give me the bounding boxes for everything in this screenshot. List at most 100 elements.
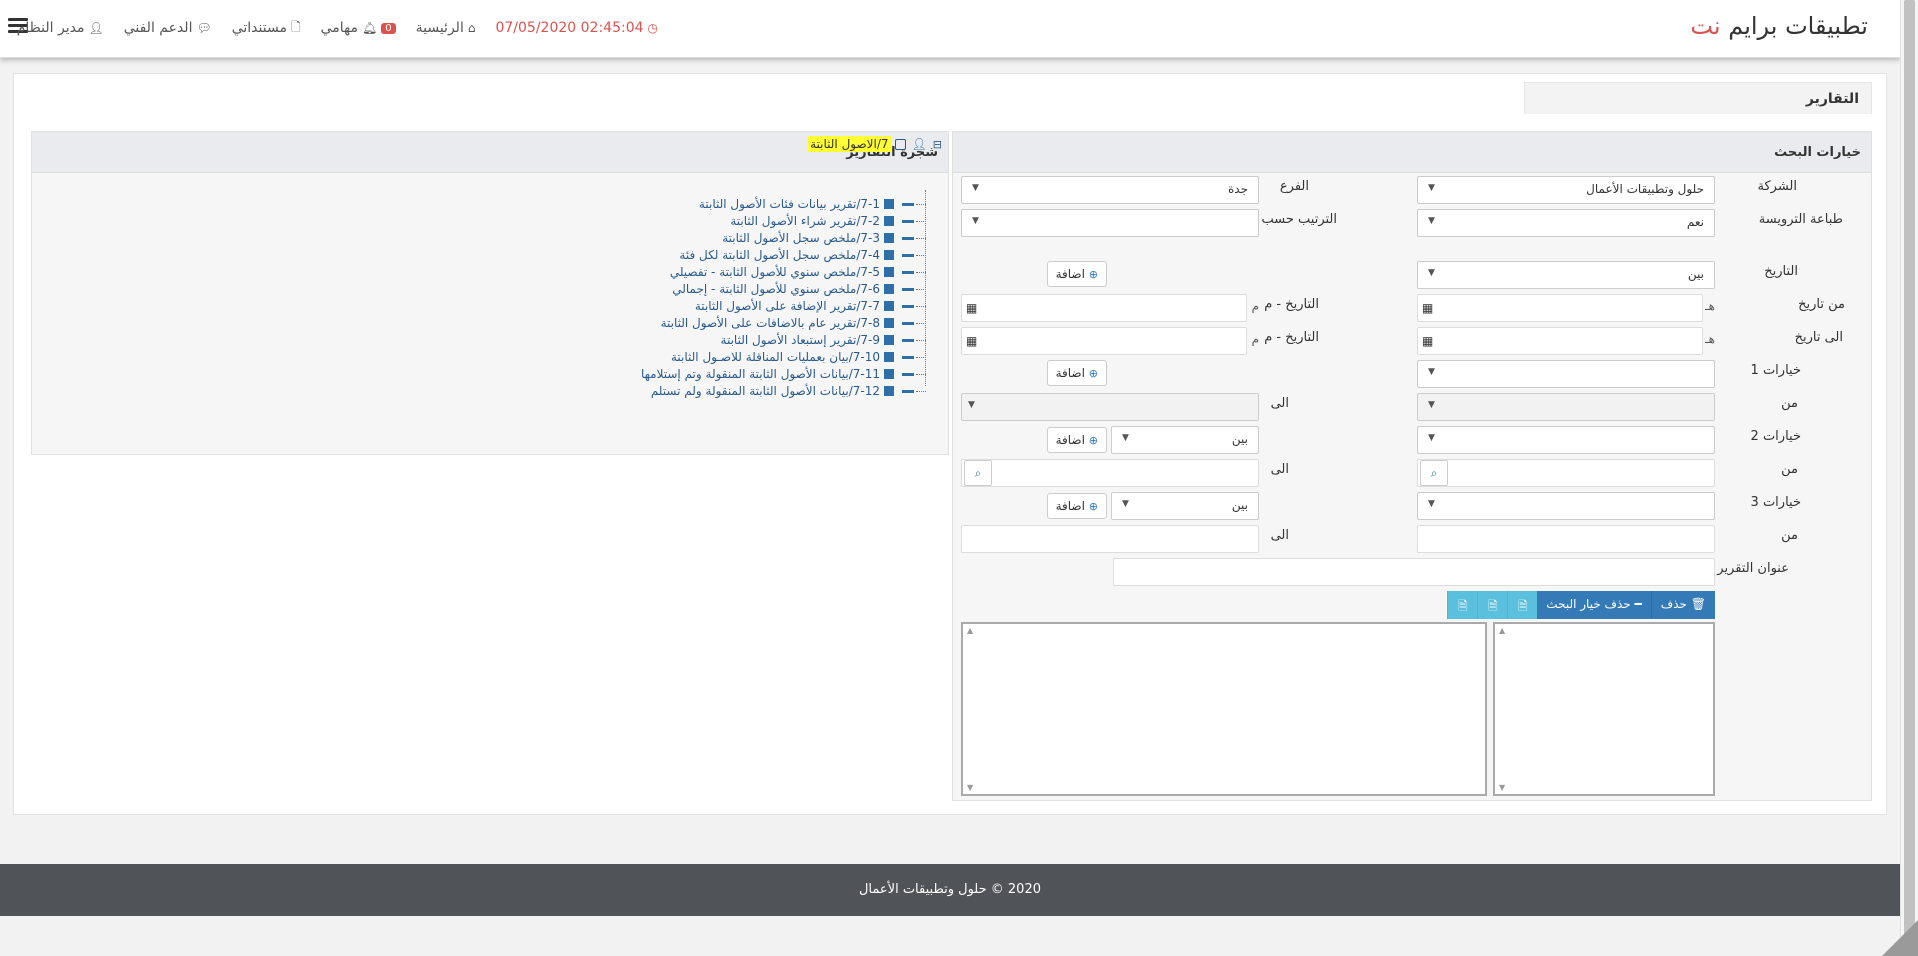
from-date-hijri-input[interactable]: ▦ bbox=[1417, 294, 1703, 322]
tree-branch-line bbox=[916, 271, 926, 273]
report-title-label: عنوان التقرير bbox=[1717, 561, 1789, 576]
tree-root-node[interactable]: ⊟ 👤︎ 7/الاصول الثابتة bbox=[808, 134, 942, 154]
date-label: التاريخ bbox=[1764, 264, 1798, 279]
options-2-operator-select[interactable]: بين ▼ bbox=[1111, 426, 1259, 454]
tree-branch-line bbox=[916, 203, 926, 205]
scrollbar-thumb[interactable] bbox=[1904, 0, 1915, 938]
home-icon: ⌂ bbox=[467, 21, 476, 35]
trash-icon: 🗑︎ bbox=[1690, 597, 1706, 611]
tree-branch-line bbox=[916, 373, 926, 375]
reports-tree-panel: شجرة التقارير ⊟ 👤︎ 7/الاصول الثابتة 7-1/… bbox=[31, 131, 949, 455]
tasks-badge: 0 bbox=[381, 22, 396, 34]
date-range-select[interactable]: بين ▼ bbox=[1417, 261, 1715, 289]
add-options-2-button[interactable]: ⊕ اضافة bbox=[1046, 427, 1107, 453]
add-options-3-button[interactable]: ⊕ اضافة bbox=[1046, 493, 1107, 519]
hijri-addon: هـ bbox=[1705, 299, 1715, 313]
add-date-button[interactable]: ⊕ اضافة bbox=[1046, 261, 1107, 287]
branch-select[interactable]: جدة ▼ bbox=[961, 176, 1259, 204]
nav-support-link[interactable]: 💬︎ الدعم الفني bbox=[124, 20, 212, 36]
report-icon bbox=[884, 267, 894, 277]
search-icon[interactable]: ⌕ bbox=[964, 460, 992, 486]
collapse-icon[interactable]: ⊟ bbox=[933, 138, 942, 151]
comments-icon: 💬︎ bbox=[196, 21, 212, 35]
plus-circle-icon: ⊕ bbox=[1088, 268, 1098, 281]
to-date-gregorian-input[interactable]: ▦ bbox=[961, 327, 1247, 355]
to-date-label: الى تاريخ bbox=[1794, 330, 1843, 345]
calendar-icon: ▦ bbox=[966, 301, 978, 315]
chevron-down-icon: ▼ bbox=[1428, 367, 1435, 377]
minus-icon bbox=[902, 219, 914, 223]
minus-icon bbox=[902, 253, 914, 257]
nav-tasks-link[interactable]: 0 🔔︎ مهامي bbox=[321, 20, 396, 36]
report-icon bbox=[884, 250, 894, 260]
search-criteria-listbox[interactable]: ▲ ▼ bbox=[961, 622, 1487, 796]
scroll-up-icon[interactable]: ▲ bbox=[967, 626, 973, 635]
minus-icon: ━ bbox=[1634, 597, 1642, 611]
tree-branch-line bbox=[916, 390, 926, 392]
print-header-select[interactable]: نعم ▼ bbox=[1417, 209, 1715, 237]
branch-label: الفرع bbox=[1279, 179, 1309, 194]
options-1-to-select[interactable]: ▼ bbox=[961, 393, 1259, 421]
nav-home-link[interactable]: ⌂ الرئيسية bbox=[416, 20, 476, 36]
delete-search-option-button[interactable]: ━ حذف خيار البحث bbox=[1537, 591, 1652, 619]
minus-icon bbox=[902, 202, 914, 206]
chevron-down-icon: ▼ bbox=[1122, 499, 1129, 509]
options-3-from-input[interactable] bbox=[1417, 525, 1715, 553]
print-header-label: طباعة الترويسة bbox=[1758, 212, 1843, 227]
chevron-down-icon: ▼ bbox=[1428, 183, 1435, 193]
report-icon bbox=[884, 369, 894, 379]
page-scrollbar[interactable] bbox=[1900, 0, 1918, 956]
chevron-down-icon: ▼ bbox=[972, 183, 979, 193]
excel-file-icon: 🗎 bbox=[1457, 599, 1468, 613]
from-date-gregorian-input[interactable]: ▦ bbox=[961, 294, 1247, 322]
company-select[interactable]: حلول وتطبيقات الأعمال ▼ bbox=[1417, 176, 1715, 204]
options-2-from-input[interactable]: ⌕ bbox=[1417, 459, 1715, 487]
export-excel-button[interactable]: 🗎 bbox=[1447, 591, 1478, 619]
report-icon bbox=[884, 335, 894, 345]
options-1-from-select[interactable]: ▼ bbox=[1417, 393, 1715, 421]
options-3-select[interactable]: ▼ bbox=[1417, 492, 1715, 520]
export-word-button[interactable]: 🗎 bbox=[1477, 591, 1508, 619]
search-options-panel: خيارات البحث الشركة حلول وتطبيقات الأعما… bbox=[952, 131, 1872, 801]
options-3-operator-select[interactable]: بين ▼ bbox=[1111, 492, 1259, 520]
sort-by-select[interactable]: ▼ bbox=[961, 209, 1259, 237]
tree-item-label: 7-3/ملخص سجل الأصول الثابتة bbox=[722, 231, 880, 245]
bell-icon: 🔔︎ bbox=[362, 21, 378, 35]
options-3-label: خيارات 3 bbox=[1750, 495, 1801, 510]
options-3-to-input[interactable] bbox=[961, 525, 1259, 553]
tree-branch-line bbox=[916, 237, 926, 239]
options-2-to-input[interactable]: ⌕ bbox=[961, 459, 1259, 487]
tree-branch-line bbox=[916, 339, 926, 341]
scroll-down-icon[interactable]: ▼ bbox=[1499, 783, 1505, 792]
to-date-hijri-input[interactable]: ▦ bbox=[1417, 327, 1703, 355]
tree-branch-line bbox=[916, 254, 926, 256]
report-title-input[interactable] bbox=[1113, 558, 1715, 586]
from-label: من bbox=[1781, 462, 1798, 477]
nav-user-link[interactable]: 👤︎ مدير النظام bbox=[17, 20, 104, 36]
tree-item[interactable]: 7-12/بيانات الأصول الثابتة المنقولة ولم … bbox=[651, 381, 926, 401]
calendar-icon: ▦ bbox=[1422, 301, 1434, 315]
checkbox-icon[interactable] bbox=[894, 138, 906, 150]
tree-item-label: 7-9/تقرير إستبعاد الأصول الثابتة bbox=[720, 333, 880, 347]
nav-documents-link[interactable]: 🗋 مستنداتي bbox=[232, 18, 301, 39]
scroll-down-icon[interactable]: ▼ bbox=[967, 783, 973, 792]
tree-item-label: 7-1/تقرير بيانات فئات الأصول الثابتة bbox=[698, 197, 880, 211]
report-icon bbox=[884, 199, 894, 209]
options-2-select[interactable]: ▼ bbox=[1417, 426, 1715, 454]
scroll-to-top-icon[interactable] bbox=[1882, 920, 1918, 956]
datetime-display: ◷ 02:45:04 07/05/2020 bbox=[495, 20, 658, 36]
tree-branch-line bbox=[916, 288, 926, 290]
brand-logo[interactable]: تطبيقات برايم نت bbox=[1690, 12, 1868, 40]
minus-icon bbox=[902, 338, 914, 342]
hijri-addon: هـ bbox=[1705, 332, 1715, 346]
search-icon[interactable]: ⌕ bbox=[1420, 460, 1448, 486]
export-pdf-button[interactable]: 🗎 bbox=[1507, 591, 1538, 619]
delete-button[interactable]: 🗑︎ حذف bbox=[1651, 591, 1715, 619]
options-1-select[interactable]: ▼ bbox=[1417, 360, 1715, 388]
tree-item-label: 7-12/بيانات الأصول الثابتة المنقولة ولم … bbox=[650, 384, 880, 398]
add-options-1-button[interactable]: ⊕ اضافة bbox=[1046, 360, 1107, 386]
scroll-up-icon[interactable]: ▲ bbox=[1499, 626, 1505, 635]
chevron-down-icon: ▼ bbox=[1428, 268, 1435, 278]
minus-icon bbox=[902, 355, 914, 359]
selected-fields-listbox[interactable]: ▲ ▼ bbox=[1493, 622, 1715, 796]
